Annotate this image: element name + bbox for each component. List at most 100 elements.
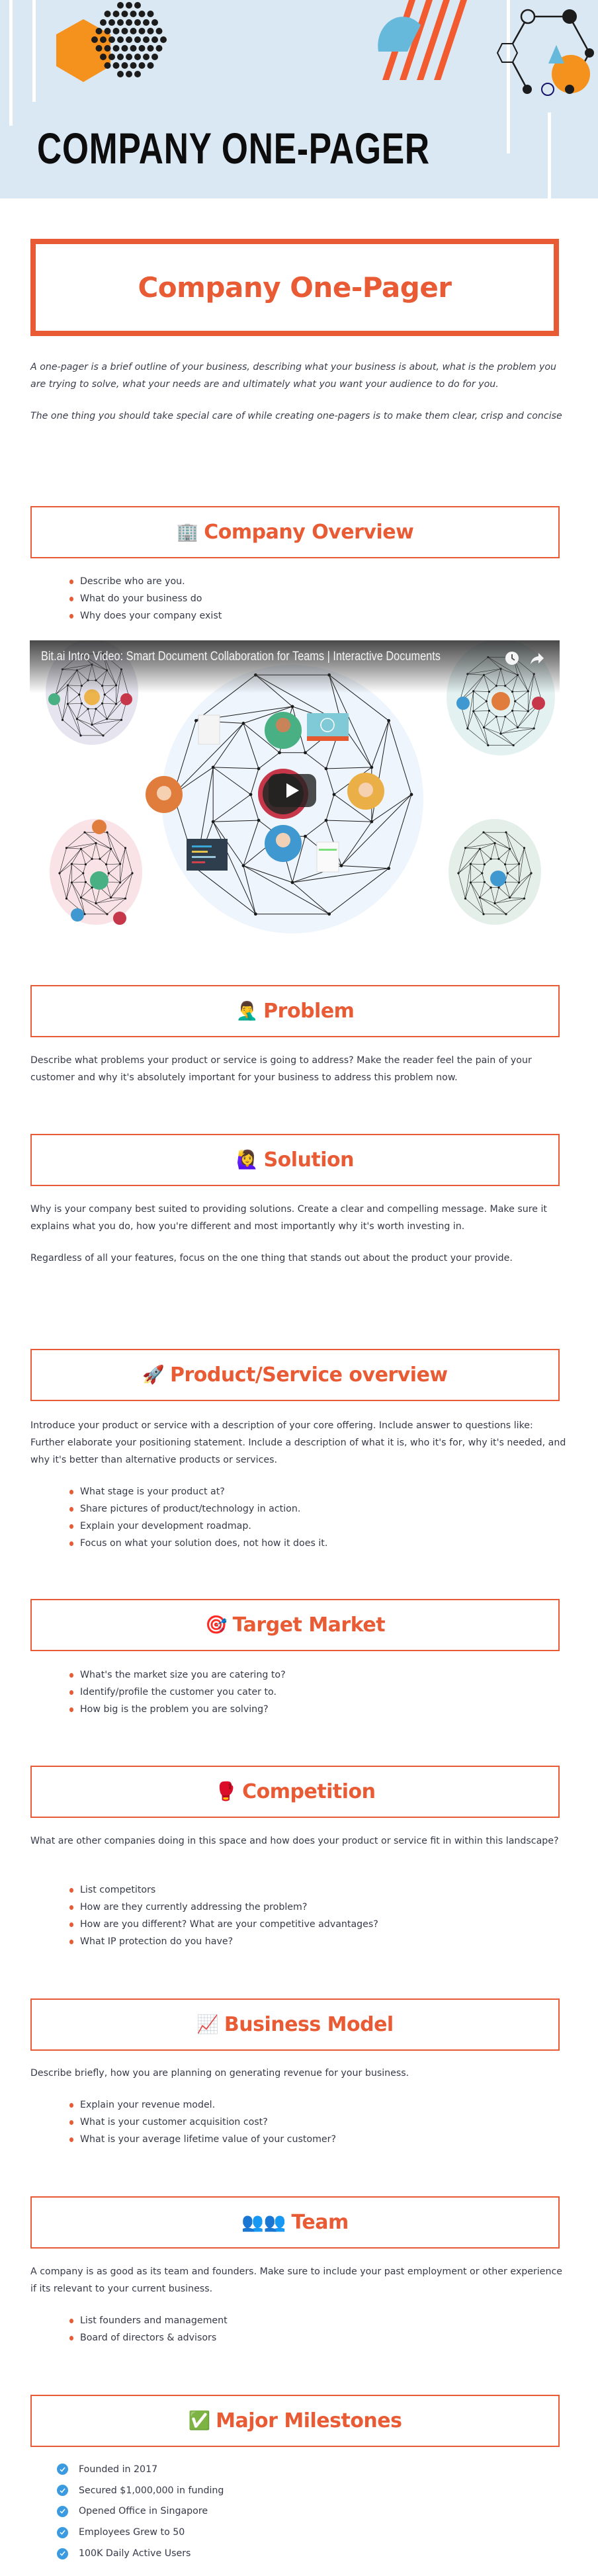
paragraph: Introduce your product or service with a… (30, 1420, 566, 1465)
mesh-node (106, 831, 108, 834)
office-building-icon: 🏢 (176, 522, 199, 542)
check-mark-button-icon: ✅ (188, 2411, 211, 2431)
decor-dot (95, 45, 103, 52)
decor-dot (138, 45, 146, 52)
list-item: Explain your development roadmap. (69, 1518, 327, 1535)
decor-dot (126, 71, 132, 77)
section-header-company-overview: 🏢 Company Overview (30, 506, 560, 558)
decor-dot (126, 2, 132, 9)
mesh-node (457, 872, 460, 875)
section-title: Problem (263, 1000, 355, 1023)
play-button[interactable] (269, 774, 316, 807)
decor-dot (121, 45, 128, 52)
decor-dot (117, 19, 124, 26)
mesh-node (482, 913, 485, 916)
list-item: What is your average lifetime value of y… (69, 2131, 336, 2148)
video-title[interactable]: Bit.ai Intro Video: Smart Document Colla… (41, 650, 441, 664)
milestone-item: 100K Daily Active Users (57, 2543, 224, 2564)
decor-dot (130, 62, 137, 69)
mesh-node (65, 897, 68, 900)
paragraph: Why is your company best suited to provi… (30, 1204, 547, 1232)
milestone-item: Secured $1,000,000 in funding (57, 2480, 224, 2501)
mesh-node (505, 913, 507, 916)
main-title-box: Company One-Pager (30, 239, 559, 336)
mesh-node (194, 718, 198, 722)
decor-dot (130, 11, 137, 17)
decor-line (32, 0, 36, 102)
section-header-business-model: 📈 Business Model (30, 1998, 560, 2051)
check-circle-icon (57, 2485, 68, 2497)
clock-icon[interactable] (505, 651, 519, 665)
section-title: Competition (242, 1780, 376, 1803)
decor-line (548, 112, 551, 198)
decor-dot (134, 2, 141, 9)
decor-dot (117, 54, 124, 60)
list-item: What do your business do (69, 590, 222, 607)
mesh-node (464, 897, 467, 900)
decor-dot (138, 28, 146, 34)
mesh-node (83, 913, 86, 916)
section-header-team: 👥👥 Team (30, 2196, 560, 2249)
list-item: List competitors (69, 1881, 378, 1899)
mesh-node (120, 718, 123, 721)
list-item: What's the market size you are catering … (69, 1666, 286, 1684)
team-silhouettes-icon: 👥👥 (241, 2212, 286, 2233)
decor-dot (104, 45, 111, 52)
decor-dot (95, 28, 103, 34)
share-arrow-icon[interactable] (530, 651, 544, 665)
mesh-node (83, 831, 86, 834)
mesh-node (487, 744, 490, 747)
orange-hexagon-shape (56, 19, 110, 82)
mesh-node (124, 897, 127, 900)
target-bullet-list: What's the market size you are catering … (69, 1666, 286, 1718)
team-bullet-list: List founders and management Board of di… (69, 2312, 228, 2346)
check-circle-icon (57, 2505, 68, 2517)
list-item: Share pictures of product/technology in … (69, 1500, 327, 1518)
section-title: Target Market (232, 1613, 386, 1637)
decor-dot (151, 19, 158, 26)
list-item: What is your customer acquisition cost? (69, 2114, 336, 2131)
team-text: A company is as good as its team and fou… (30, 2263, 568, 2297)
decor-dot (151, 54, 158, 60)
decor-dot (104, 28, 111, 34)
decor-dot (155, 45, 163, 52)
decor-dot (104, 62, 111, 69)
decor-line (9, 0, 13, 126)
boxing-glove-icon: 🥊 (214, 1782, 237, 1802)
section-title: Major Milestones (216, 2409, 402, 2432)
sheet-card (316, 841, 339, 873)
mesh-node (482, 831, 485, 834)
decor-dot (151, 36, 158, 43)
decor-dot (138, 11, 146, 17)
intro-paragraph: A one-pager is a brief outline of your b… (30, 362, 557, 390)
list-item: What stage is your product at? (69, 1483, 327, 1500)
mesh-node (505, 831, 507, 834)
intro-video-embed[interactable]: Bit.ai Intro Video: Smart Document Colla… (30, 640, 560, 939)
paragraph: Describe what problems your product or s… (30, 1055, 532, 1083)
check-circle-icon (57, 2526, 68, 2538)
banner-title: COMPANY ONE-PAGER (37, 124, 430, 173)
decor-dot (121, 62, 128, 69)
paragraph: What are other companies doing in this s… (30, 1836, 559, 1846)
list-item: Identify/profile the customer you cater … (69, 1684, 286, 1701)
section-header-major-milestones: ✅ Major Milestones (30, 2395, 560, 2447)
list-item: Explain your revenue model. (69, 2096, 336, 2114)
decor-dot (134, 71, 141, 77)
decor-dot (130, 28, 137, 34)
page-title: Company One-Pager (138, 271, 452, 304)
section-title: Business Model (224, 2013, 394, 2036)
section-header-target-market: 🎯 Target Market (30, 1599, 560, 1651)
mesh-node (533, 727, 535, 730)
list-item: Board of directors & advisors (69, 2329, 228, 2346)
decor-dot (112, 11, 120, 17)
paragraph: Regardless of all your features, focus o… (30, 1253, 513, 1264)
decor-dot (147, 45, 154, 52)
rocket-icon: 🚀 (142, 1365, 165, 1385)
milestone-text: Secured $1,000,000 in funding (79, 2485, 224, 2496)
section-title: Product/Service overview (169, 1363, 448, 1387)
decor-dot (112, 28, 120, 34)
decor-dot (134, 19, 141, 26)
decor-dot (155, 28, 163, 34)
document-card (198, 714, 220, 745)
blue-triangle-shape (548, 45, 564, 64)
